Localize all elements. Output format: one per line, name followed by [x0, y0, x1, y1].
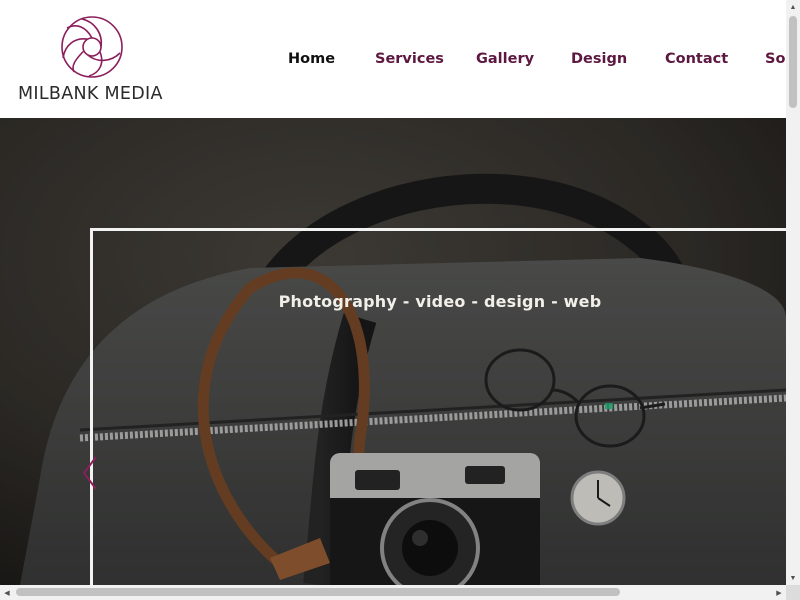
horizontal-scrollbar[interactable]: ◀ ▶: [0, 585, 786, 600]
triangle-left-icon[interactable]: ◀: [0, 585, 14, 600]
brand-name: MILBANK MEDIA: [18, 84, 163, 104]
vertical-scroll-thumb[interactable]: [789, 16, 797, 108]
hero-frame: [90, 228, 786, 585]
nav-item-design[interactable]: Design: [571, 51, 627, 67]
horizontal-scroll-thumb[interactable]: [16, 588, 620, 596]
nav-item-contact[interactable]: Contact: [665, 51, 728, 67]
hero-tagline: Photography - video - design - web: [278, 292, 602, 311]
main-nav: Home Services Gallery Design Contact Soc: [0, 51, 794, 71]
nav-item-services[interactable]: Services: [375, 51, 444, 67]
nav-item-home[interactable]: Home: [288, 51, 335, 67]
vertical-scrollbar[interactable]: ▲ ▼: [786, 0, 800, 585]
site-header: MILBANK MEDIA Home Services Gallery Desi…: [0, 0, 794, 118]
nav-item-gallery[interactable]: Gallery: [476, 51, 534, 67]
triangle-down-icon[interactable]: ▼: [786, 571, 800, 585]
triangle-up-icon[interactable]: ▲: [786, 0, 800, 14]
scrollbar-corner: [786, 585, 800, 600]
chevron-left-icon[interactable]: [78, 453, 100, 493]
triangle-right-icon[interactable]: ▶: [772, 585, 786, 600]
hero-slideshow: Photography - video - design - web: [0, 118, 786, 585]
